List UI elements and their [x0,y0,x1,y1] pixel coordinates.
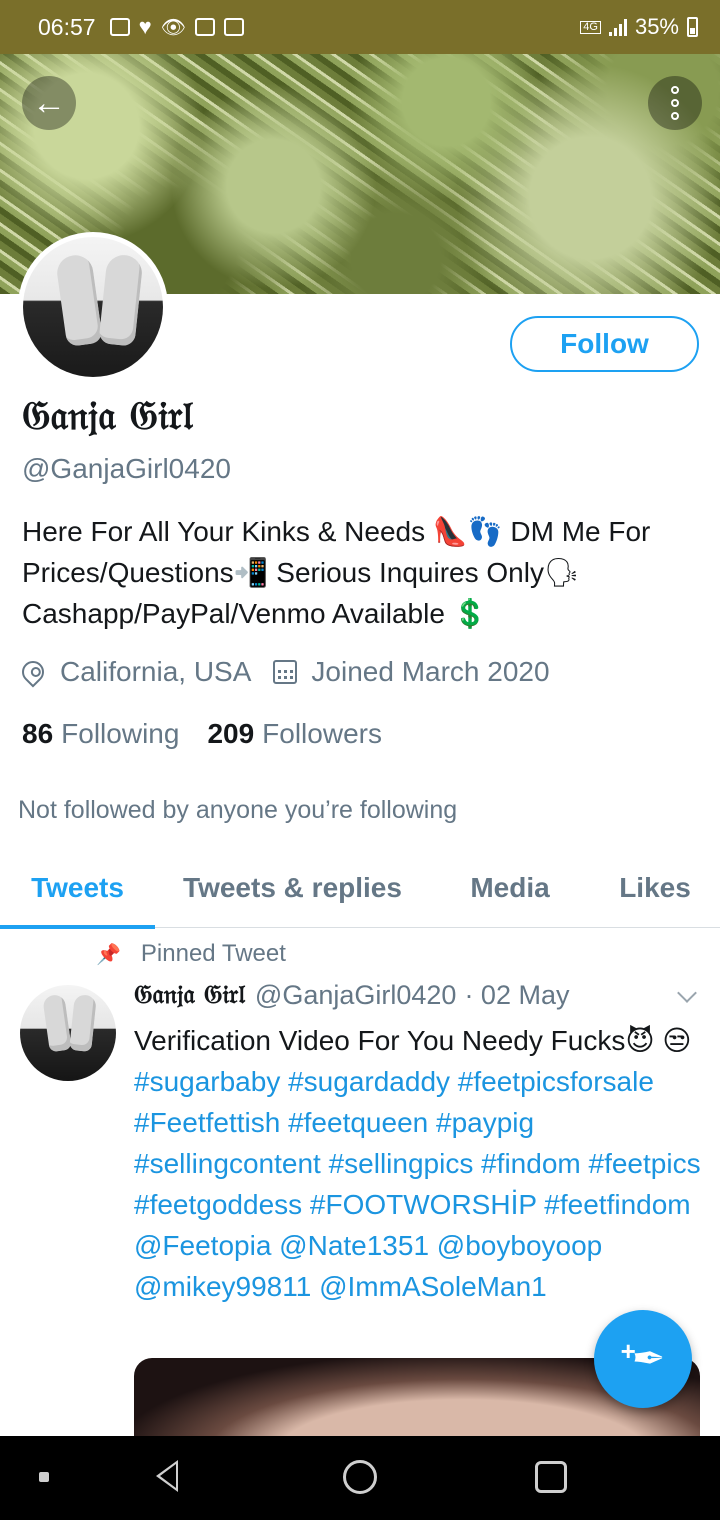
profile-handle: @GanjaGirl0420 [22,453,231,484]
tab-likes[interactable]: Likes [590,848,720,928]
tweet-author-name[interactable]: 𝔊𝔞𝔫𝔧𝔞 𝔊𝔦𝔯𝔩 [134,980,245,1011]
pin-icon: 📌 [96,943,121,966]
profile-joined: Joined March 2020 [311,656,550,687]
notification-icons: ♥ 👁 [109,14,245,40]
tweet-avatar[interactable] [20,985,116,1081]
profile-bio: Here For All Your Kinks & Needs 👠👣 DM Me… [22,516,651,629]
profile-tabs: Tweets Tweets & replies Media Likes [0,848,720,929]
message-icon [109,18,130,36]
location-pin-icon [17,656,49,688]
tweet-body: Verification Video For You Needy Fucks😈 … [134,1025,692,1056]
tab-tweets[interactable]: Tweets [0,848,155,929]
profile-stats: 86 Following 209 Followers [22,718,382,750]
nav-recents-icon[interactable] [535,1461,567,1493]
tweet-author-handle: @GanjaGirl0420 [254,980,457,1010]
arrow-left-icon: ← [32,83,66,122]
nav-home-icon[interactable] [343,1460,377,1494]
nav-back-icon[interactable] [156,1460,178,1492]
gallery-icon-2 [224,18,245,36]
more-vertical-icon [671,86,679,120]
pinned-label: Pinned Tweet [140,940,286,967]
tab-media[interactable]: Media [430,848,590,928]
not-followed-note: Not followed by anyone you’re following [18,796,458,824]
status-right: 4G 35% [580,14,698,40]
tweet-header: 𝔊𝔞𝔫𝔧𝔞 𝔊𝔦𝔯𝔩 @GanjaGirl0420 · 02 May [134,980,704,1011]
followers-link[interactable]: 209 Followers [207,718,382,750]
profile-meta: California, USA Joined March 2020 [17,656,550,688]
network-badge: 4G [580,20,601,34]
back-button[interactable]: ← [22,76,76,130]
eye-icon: 👁 [160,16,187,39]
chevron-down-icon[interactable] [677,982,697,1003]
battery-icon [687,17,698,37]
calendar-icon [273,660,298,684]
feather-icon: ✒ [631,1337,666,1381]
gallery-icon [195,18,216,36]
more-options-button[interactable] [648,76,702,130]
avatar-image [23,237,163,377]
tab-tweets-and-replies[interactable]: Tweets & replies [155,848,430,928]
compose-tweet-button[interactable]: + ✒ [594,1310,692,1408]
status-bar: 06:57 ♥ 👁 4G 35% [0,0,720,54]
tweet-text: Verification Video For You Needy Fucks😈 … [134,1020,706,1307]
pinned-indicator: 📌 Pinned Tweet [96,940,286,968]
tweet-date: · 02 May [464,980,570,1010]
battery-percent: 35% [634,14,679,39]
nav-dot-icon [39,1472,49,1482]
status-time: 06:57 [38,13,96,40]
following-link[interactable]: 86 Following [22,718,179,750]
profile-avatar[interactable] [18,232,168,382]
system-navigation-bar [0,1436,720,1520]
follow-button[interactable]: Follow [510,316,699,372]
display-name: 𝔊𝔞𝔫𝔧𝔞 𝔊𝔦𝔯𝔩 [22,392,193,439]
profile-location: California, USA [60,656,252,687]
heart-icon: ♥ [138,14,152,39]
signal-icon [608,18,627,36]
tweet-hashtags-mentions[interactable]: #sugarbaby #sugardaddy #feetpicsforsale … [134,1066,701,1302]
